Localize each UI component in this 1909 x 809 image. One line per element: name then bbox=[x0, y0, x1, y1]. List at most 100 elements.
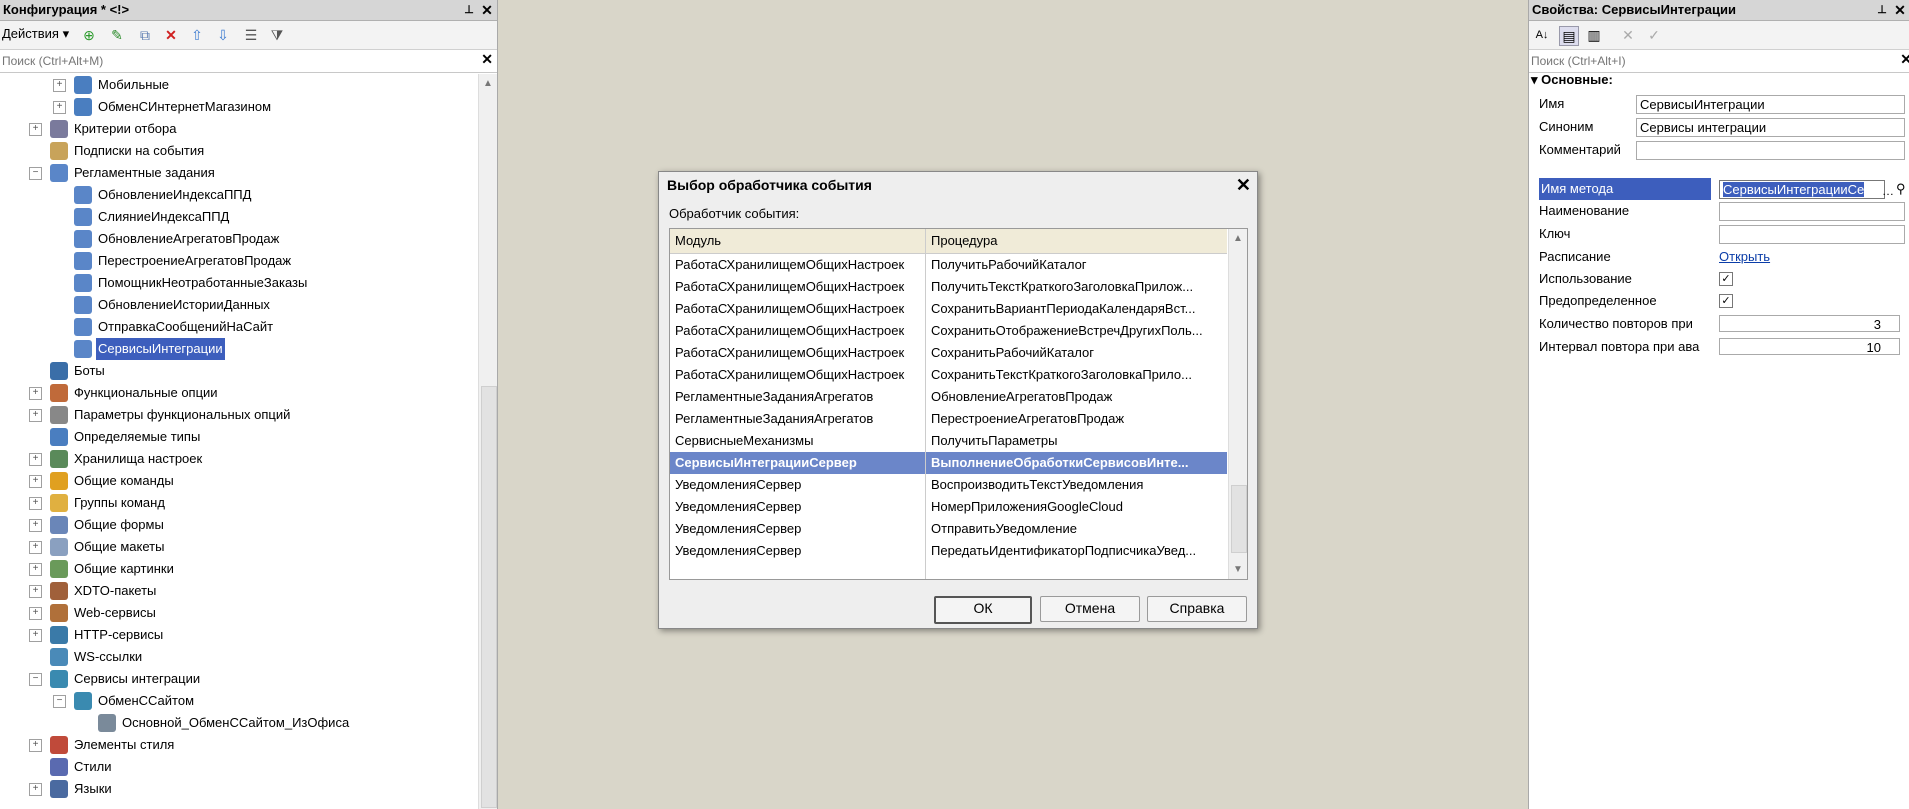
property-key-field[interactable] bbox=[1719, 225, 1905, 244]
tree-scrollbar[interactable]: ▲ bbox=[478, 74, 497, 809]
expand-icon[interactable]: + bbox=[29, 409, 42, 422]
table-scrollbar-thumb[interactable] bbox=[1231, 485, 1247, 553]
expand-icon[interactable]: + bbox=[29, 739, 42, 752]
handler-row[interactable]: РаботаСХранилищемОбщихНастроек СохранитьО… bbox=[670, 320, 1227, 342]
collapse-icon[interactable]: − bbox=[53, 695, 66, 708]
tree-item[interactable]: ОбновлениеИсторииДанных bbox=[0, 294, 477, 316]
expand-icon[interactable]: + bbox=[53, 101, 66, 114]
sort-icon[interactable]: ☰ bbox=[242, 26, 260, 44]
sort-alphabetical-icon[interactable]: A↓ bbox=[1533, 26, 1551, 44]
property-synonym-field[interactable]: Сервисы интеграции bbox=[1636, 118, 1905, 137]
handler-row[interactable]: УведомленияСервер ВоспроизводитьТекстУвед… bbox=[670, 474, 1227, 496]
property-naimenovanie-field[interactable] bbox=[1719, 202, 1905, 221]
move-down-icon[interactable]: ⇩ bbox=[214, 26, 232, 44]
handler-row[interactable]: РаботаСХранилищемОбщихНастроек ПолучитьРа… bbox=[670, 254, 1227, 276]
tree-item[interactable]: + XDTO-пакеты bbox=[0, 580, 477, 602]
tree-item[interactable]: + Элементы стиля bbox=[0, 734, 477, 756]
expand-icon[interactable]: + bbox=[53, 79, 66, 92]
tree-item[interactable]: + HTTP-сервисы bbox=[0, 624, 477, 646]
handler-row[interactable]: УведомленияСервер НомерПриложенияGoogleCl… bbox=[670, 496, 1227, 518]
expand-icon[interactable]: + bbox=[29, 387, 42, 400]
delete-icon[interactable]: ✕ bbox=[162, 26, 180, 44]
retry-interval-field[interactable]: 10 bbox=[1719, 338, 1900, 355]
handler-row[interactable]: РаботаСХранилищемОбщихНастроек СохранитьВ… bbox=[670, 298, 1227, 320]
schedule-open-link[interactable]: Открыть bbox=[1719, 246, 1770, 268]
property-method-field[interactable]: СервисыИнтеграцииСе bbox=[1719, 180, 1885, 199]
tree-item[interactable]: ОбновлениеИндексаППД bbox=[0, 184, 477, 206]
scroll-up-icon[interactable]: ▲ bbox=[483, 78, 493, 89]
add-icon[interactable]: ⊕ bbox=[80, 26, 98, 44]
edit-icon[interactable]: ✎ bbox=[108, 26, 126, 44]
expand-icon[interactable]: + bbox=[29, 563, 42, 576]
retry-count-field[interactable]: 3 bbox=[1719, 315, 1900, 332]
properties-search-input[interactable] bbox=[1529, 50, 1876, 72]
expand-icon[interactable]: + bbox=[29, 629, 42, 642]
tree-item[interactable]: − ОбменССайтом bbox=[0, 690, 477, 712]
expand-icon[interactable]: + bbox=[29, 497, 42, 510]
expand-icon[interactable]: + bbox=[29, 585, 42, 598]
handler-row[interactable]: РегламентныеЗаданияАгрегатов ОбновлениеАг… bbox=[670, 386, 1227, 408]
handler-row[interactable]: СервисыИнтеграцииСервер ВыполнениеОбработ… bbox=[670, 452, 1227, 474]
help-button[interactable]: Справка bbox=[1147, 596, 1247, 622]
tree-item[interactable]: Боты bbox=[0, 360, 477, 382]
tree-item[interactable]: + Хранилища настроек bbox=[0, 448, 477, 470]
expand-icon[interactable]: + bbox=[29, 123, 42, 136]
handler-row[interactable]: УведомленияСервер ПередатьИдентификаторПо… bbox=[670, 540, 1227, 562]
handler-row[interactable]: УведомленияСервер ОтправитьУведомление bbox=[670, 518, 1227, 540]
configuration-search-input[interactable] bbox=[0, 50, 452, 72]
table-scroll-down-icon[interactable]: ▼ bbox=[1233, 564, 1243, 575]
close-icon[interactable]: ✕ bbox=[479, 1, 495, 19]
tree-item[interactable]: + Параметры функциональных опций bbox=[0, 404, 477, 426]
clear-search-icon[interactable]: ✕ bbox=[481, 51, 493, 68]
actions-menu[interactable]: Действия ▾ bbox=[2, 26, 69, 42]
ok-button[interactable]: ОК bbox=[934, 596, 1032, 624]
move-up-icon[interactable]: ⇧ bbox=[188, 26, 206, 44]
tree-item[interactable]: + Общие макеты bbox=[0, 536, 477, 558]
expand-icon[interactable]: + bbox=[29, 453, 42, 466]
handler-row[interactable]: РегламентныеЗаданияАгрегатов Перестроение… bbox=[670, 408, 1227, 430]
properties-clear-search-icon[interactable]: ✕ bbox=[1900, 51, 1909, 68]
predefined-checkbox[interactable]: ✓ bbox=[1719, 294, 1733, 308]
expand-icon[interactable]: + bbox=[29, 783, 42, 796]
collapse-icon[interactable]: − bbox=[29, 167, 42, 180]
table-scrollbar[interactable]: ▲ ▼ bbox=[1228, 229, 1247, 579]
tree-item[interactable]: + Общие формы bbox=[0, 514, 477, 536]
column-header-module[interactable]: Модуль bbox=[670, 229, 926, 254]
properties-pin-icon[interactable]: ⊥ bbox=[1874, 1, 1890, 19]
section-main[interactable]: ▾ Основные: bbox=[1531, 72, 1613, 88]
tree-item[interactable]: + Языки bbox=[0, 778, 477, 800]
tree-item[interactable]: Подписки на события bbox=[0, 140, 477, 162]
table-scroll-up-icon[interactable]: ▲ bbox=[1233, 233, 1243, 244]
scrollbar-thumb[interactable] bbox=[481, 386, 497, 808]
categorized-view-icon[interactable]: ▤ bbox=[1559, 26, 1579, 46]
handler-row[interactable]: СервисныеМеханизмы ПолучитьПараметры bbox=[670, 430, 1227, 452]
tree-item[interactable]: − Сервисы интеграции bbox=[0, 668, 477, 690]
handler-row[interactable]: РаботаСХранилищемОбщихНастроек СохранитьТ… bbox=[670, 364, 1227, 386]
handler-row[interactable]: РаботаСХранилищемОбщихНастроек СохранитьР… bbox=[670, 342, 1227, 364]
expand-icon[interactable]: + bbox=[29, 541, 42, 554]
collapse-icon[interactable]: − bbox=[29, 673, 42, 686]
method-select-icon[interactable]: … bbox=[1882, 180, 1894, 202]
tree-item[interactable]: ОтправкаСообщенийНаСайт bbox=[0, 316, 477, 338]
tree-item[interactable]: + Группы команд bbox=[0, 492, 477, 514]
filter-icon[interactable]: ⧩ bbox=[268, 26, 286, 44]
tree-item[interactable]: + Общие команды bbox=[0, 470, 477, 492]
expand-icon[interactable]: + bbox=[29, 475, 42, 488]
tree-item[interactable]: СлияниеИндексаППД bbox=[0, 206, 477, 228]
properties-apply-icon[interactable]: ✓ bbox=[1645, 26, 1663, 44]
properties-filter-icon[interactable]: ▥ bbox=[1585, 26, 1603, 44]
property-comment-field[interactable] bbox=[1636, 141, 1905, 160]
tree-item[interactable]: + Критерии отбора bbox=[0, 118, 477, 140]
tree-item[interactable]: − Регламентные задания bbox=[0, 162, 477, 184]
column-header-procedure[interactable]: Процедура bbox=[926, 229, 1227, 254]
pin-icon[interactable]: ⊥ bbox=[461, 1, 477, 19]
expand-icon[interactable]: + bbox=[29, 607, 42, 620]
tree-item[interactable]: + Общие картинки bbox=[0, 558, 477, 580]
tree-item[interactable]: Основной_ОбменССайтом_ИзОфиса bbox=[0, 712, 477, 734]
cancel-button[interactable]: Отмена bbox=[1040, 596, 1140, 622]
properties-close-icon[interactable]: ✕ bbox=[1892, 1, 1908, 19]
property-name-field[interactable]: СервисыИнтеграции bbox=[1636, 95, 1905, 114]
tree-item[interactable]: Стили bbox=[0, 756, 477, 778]
tree-item[interactable]: ПомощникНеотработанныеЗаказы bbox=[0, 272, 477, 294]
copy-icon[interactable]: ⧉ bbox=[136, 26, 154, 44]
